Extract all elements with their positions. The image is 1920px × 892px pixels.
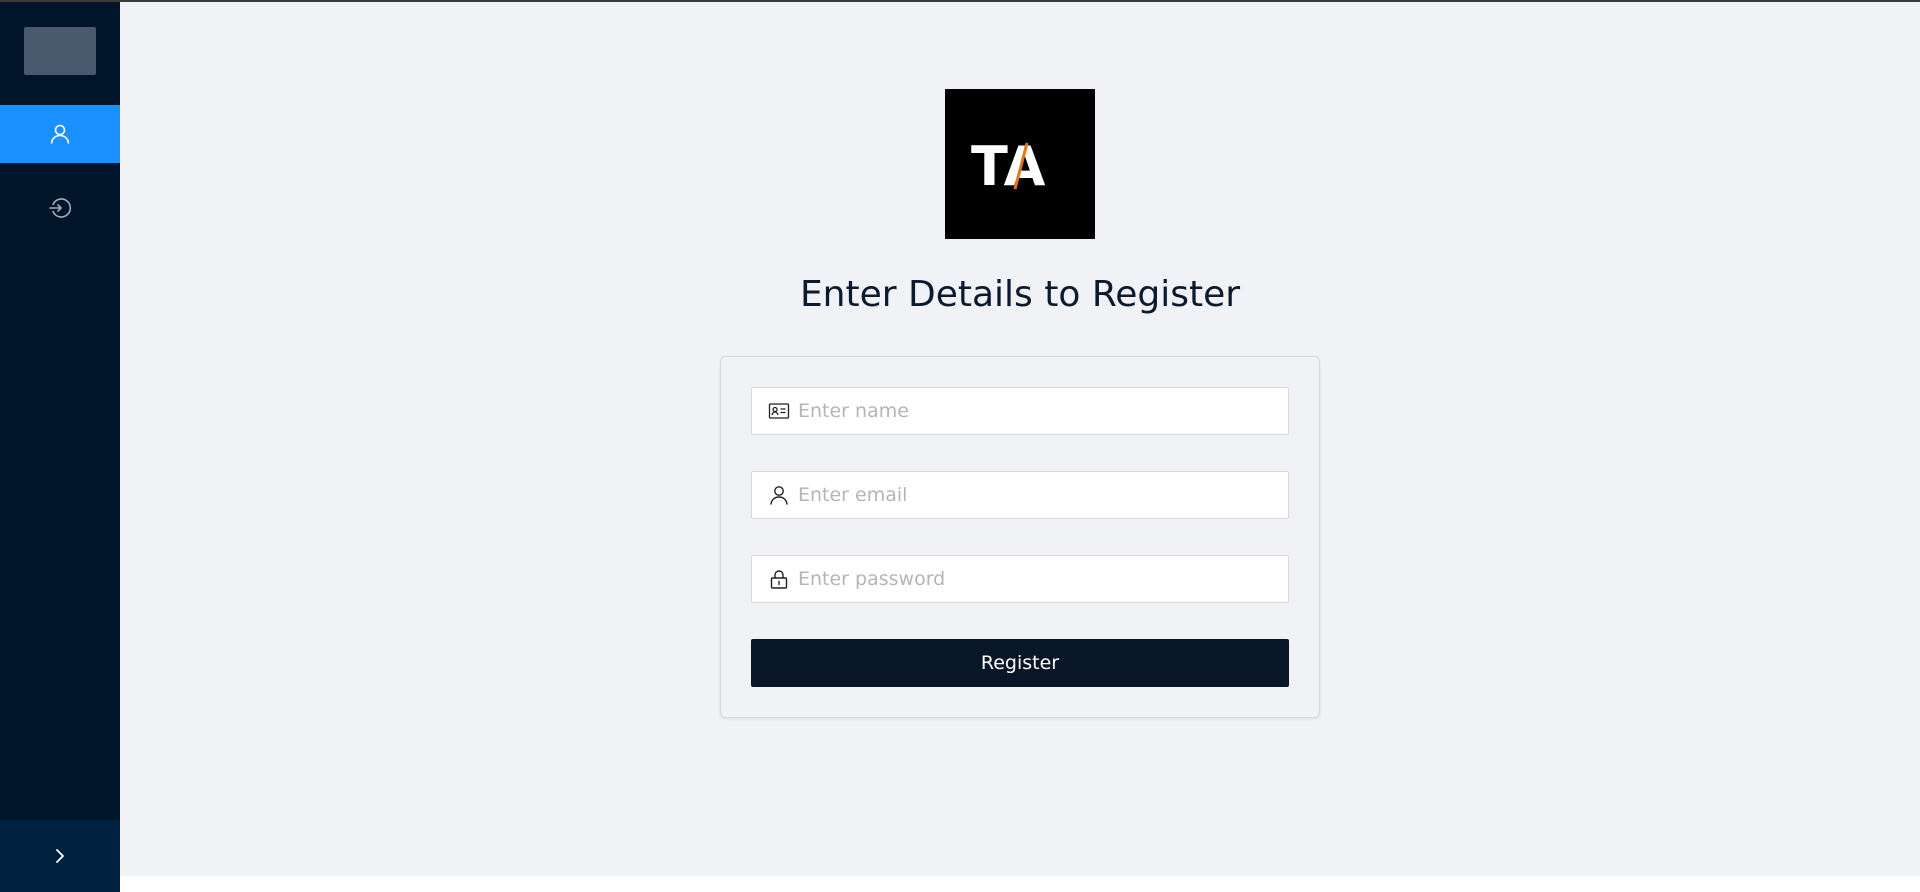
sidebar-collapse-toggle[interactable] xyxy=(0,820,120,892)
main-content: TA Enter Details to Register Enter name … xyxy=(120,2,1920,876)
password-input[interactable] xyxy=(798,559,1278,599)
login-icon xyxy=(49,198,72,218)
user-icon xyxy=(50,124,70,144)
sidebar-item-login[interactable] xyxy=(0,179,120,237)
name-field xyxy=(751,387,1289,435)
sidebar-logo-placeholder xyxy=(24,27,96,75)
lock-icon xyxy=(768,568,790,590)
email-input[interactable] xyxy=(798,475,1278,515)
svg-text:TA: TA xyxy=(971,135,1046,198)
register-form: Register xyxy=(720,356,1320,718)
brand-logo: TA xyxy=(945,89,1095,239)
chevron-right-icon xyxy=(56,849,64,863)
password-field xyxy=(751,555,1289,603)
email-field xyxy=(751,471,1289,519)
idcard-icon xyxy=(768,400,790,422)
sidebar-item-register[interactable] xyxy=(0,105,120,163)
window-top-border xyxy=(0,0,1920,2)
ta-logo-mark: TA xyxy=(971,135,1046,198)
page-title: Enter Details to Register xyxy=(799,274,1241,315)
user-icon xyxy=(768,484,790,506)
register-button[interactable]: Register xyxy=(751,639,1289,687)
name-input[interactable] xyxy=(798,391,1278,431)
sidebar xyxy=(0,2,120,892)
footer-strip xyxy=(120,876,1920,892)
